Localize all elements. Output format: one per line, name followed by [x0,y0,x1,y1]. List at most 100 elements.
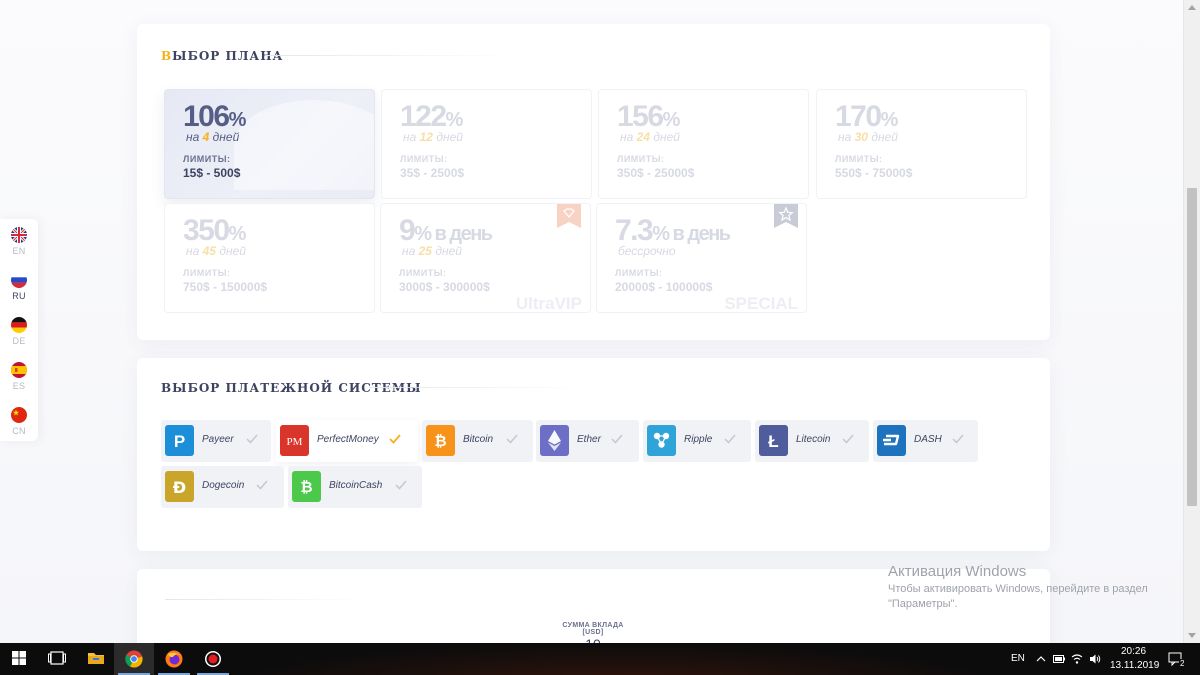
payment-label: Litecoin [796,434,831,445]
deposit-amount-label: СУММА ВКЛАДА [USD] [562,622,624,636]
task-view-icon [48,651,66,665]
payment-label: Payeer [202,434,234,445]
payment-label: Ether [577,434,601,445]
lang-ru[interactable]: RU [0,272,38,312]
activation-text: Чтобы активировать Windows, перейдите в … [888,583,1148,610]
check-icon [388,432,402,446]
plan-limit-label: ЛИМИТЫ: [400,154,448,164]
check-icon [610,432,624,446]
payment-label: PerfectMoney [317,434,379,445]
plan-percent: 350% [183,214,246,247]
lang-label-cn: CN [12,426,26,436]
page-scrollbar[interactable] [1183,0,1200,643]
svg-text:PM: PM [287,436,303,448]
plan-limit-label: ЛИМИТЫ: [183,154,231,164]
plan-selection-panel: ВЫБОР ПЛАНА 106% на 4 дней ЛИМИТЫ: 15$ -… [137,24,1050,340]
folder-icon [88,653,104,664]
svg-text:₿: ₿ [434,432,446,450]
clock-date[interactable]: 13.11.2019 [1110,660,1159,671]
plan-percent: 122% [400,100,463,133]
taskbar-chrome[interactable] [114,643,154,675]
payment-label: BitcoinCash [329,480,383,491]
battery-icon[interactable] [1053,654,1065,664]
uk-flag-icon [11,227,27,243]
windows-taskbar: EN 20:26 13.11.2019 2 [0,643,1200,675]
lang-de[interactable]: DE [0,317,38,357]
plan-percent: 9% в день [399,214,493,247]
start-button[interactable] [0,643,40,675]
perfectmoney-icon: PM [280,425,309,456]
plan-watermark: SPECIAL [724,294,798,313]
lang-label-es: ES [12,381,26,391]
check-icon [255,478,269,492]
plan-limit-label: ЛИМИТЫ: [617,154,665,164]
payment-label: Ripple [684,434,713,445]
plan-term: на 45 дней [186,244,246,258]
payment-label: Dogecoin [202,480,245,491]
plan-term: на 24 дней [620,130,680,144]
germany-flag-icon [11,317,27,333]
payment-dogecoin[interactable]: Đ Dogecoin [161,466,284,508]
check-icon [723,432,737,446]
activation-title: Активация Windows [888,563,1027,580]
plan-limit-range: 15$ - 500$ [183,166,241,180]
volume-icon[interactable] [1089,653,1101,665]
svg-text:Ł: Ł [768,432,778,451]
plan-card-350[interactable]: 350% на 45 дней ЛИМИТЫ: 750$ - 150000$ [164,203,375,313]
lang-en[interactable]: EN [0,227,38,267]
payment-bitcoin[interactable]: ₿ Bitcoin [422,420,533,462]
china-flag-icon [11,407,27,423]
plan-limit-label: ЛИМИТЫ: [399,268,447,278]
plan-card-122[interactable]: 122% на 12 дней ЛИМИТЫ: 35$ - 2500$ [381,89,592,199]
input-language[interactable]: EN [1011,653,1025,664]
plan-term: на 4 дней [186,130,240,144]
svg-text:Đ: Đ [173,478,186,497]
payment-ripple[interactable]: Ripple [643,420,751,462]
title-divider [165,599,365,600]
title-divider [369,387,589,388]
check-icon [951,432,965,446]
lang-label-ru: RU [12,291,26,301]
lang-cn[interactable]: CN [0,407,38,447]
plan-limit-range: 3000$ - 300000$ [399,280,490,294]
litecoin-icon: Ł [759,425,788,456]
chevron-up-icon[interactable] [1035,653,1047,665]
lang-label-de: DE [12,336,26,346]
lang-es[interactable]: ES [0,362,38,402]
ether-icon [540,425,569,456]
plan-card-special[interactable]: SPECIAL 7.3% в день бессрочно ЛИМИТЫ: 20… [596,203,807,313]
check-icon [245,432,259,446]
plan-limit-label: ЛИМИТЫ: [183,268,231,278]
plan-card-170[interactable]: 170% на 30 дней ЛИМИТЫ: 550$ - 75000$ [816,89,1027,199]
payment-payeer[interactable]: P Payeer [161,420,271,462]
title-divider [265,55,515,56]
taskbar-file-explorer[interactable] [76,643,116,675]
payment-dash[interactable]: DASH [873,420,978,462]
plan-card-156[interactable]: 156% на 24 дней ЛИМИТЫ: 350$ - 25000$ [598,89,809,199]
taskbar-recorder[interactable] [193,643,233,675]
check-icon [394,478,408,492]
scroll-up-icon[interactable] [1188,5,1196,10]
plan-term: бессрочно [618,244,676,258]
payment-litecoin[interactable]: Ł Litecoin [755,420,869,462]
payment-bitcoincash[interactable]: ₿ BitcoinCash [288,466,422,508]
russia-flag-icon [11,272,27,288]
clock-time[interactable]: 20:26 [1121,646,1146,657]
payment-section-title: ВЫБОР ПЛАТЕЖНОЙ СИСТЕМЫ [161,381,422,395]
task-view-button[interactable] [37,643,77,675]
scroll-thumb[interactable] [1187,188,1197,506]
payment-ether[interactable]: Ether [536,420,639,462]
svg-text:₿: ₿ [300,478,312,496]
card-decoration [234,100,374,190]
dash-icon [877,425,906,456]
plan-card-ultravip[interactable]: UltraVIP 9% в день на 25 дней ЛИМИТЫ: 30… [380,203,591,313]
payment-perfectmoney[interactable]: PM PerfectMoney [276,420,418,462]
wifi-icon[interactable] [1071,653,1083,665]
scroll-down-icon[interactable] [1188,633,1196,638]
plan-card-106[interactable]: 106% на 4 дней ЛИМИТЫ: 15$ - 500$ [164,89,375,199]
ripple-icon [647,425,676,456]
deposit-amount-value[interactable]: 10 [577,636,609,643]
taskbar-firefox[interactable] [154,643,194,675]
check-icon [505,432,519,446]
plan-limit-range: 20000$ - 100000$ [615,280,713,294]
